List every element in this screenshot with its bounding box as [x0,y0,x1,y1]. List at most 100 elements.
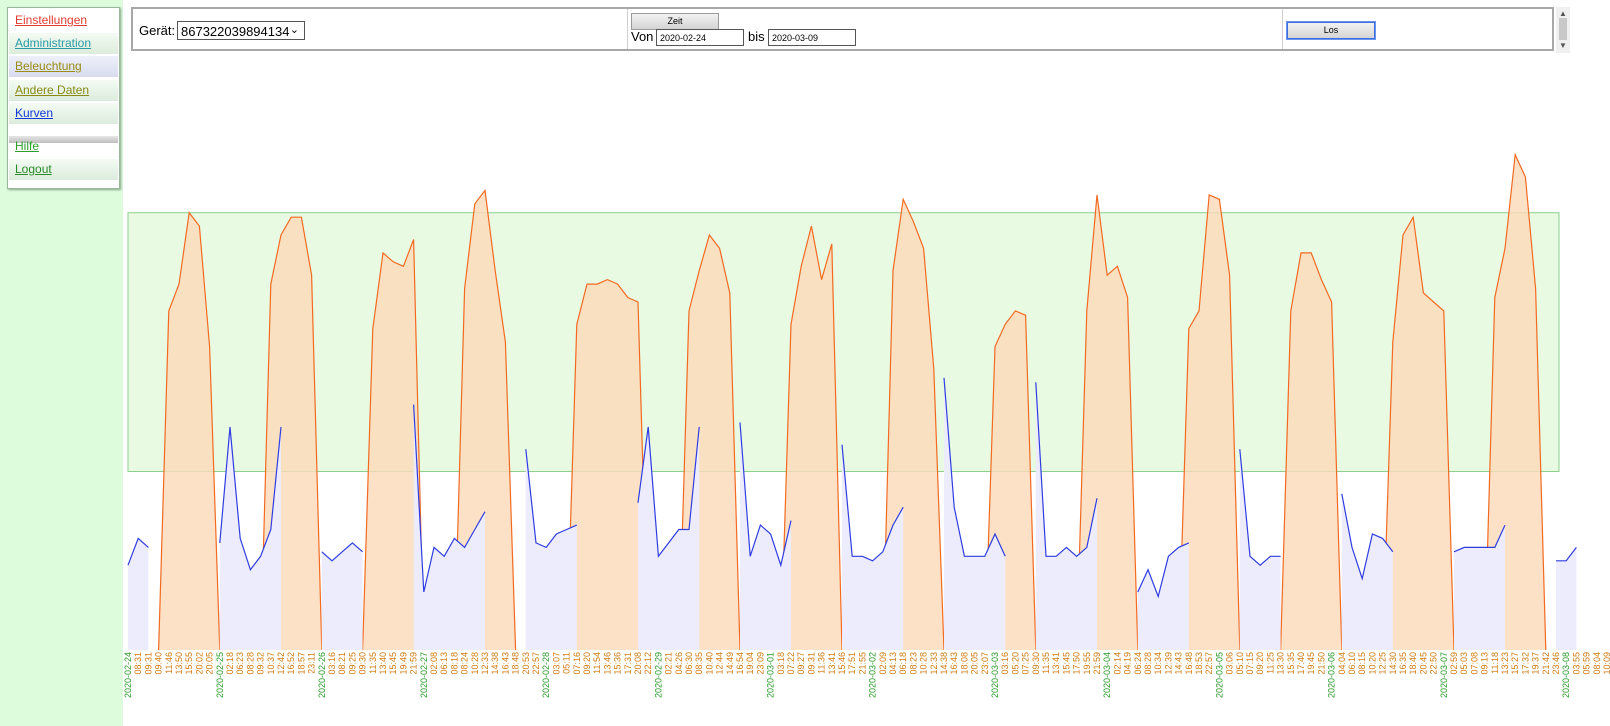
series-area [1454,525,1505,650]
device-select[interactable]: 867322039894134 ⌄ [177,21,305,40]
x-axis-tick-label: 22:57 [531,652,541,675]
menu-item-kurven[interactable]: Kurven [9,103,118,124]
x-axis-tick-label: 08:15 [1357,652,1367,675]
x-axis-tick-label: 05:20 [1010,652,1020,675]
series-area [1137,542,1189,650]
x-axis-tick-label: 08:04 [1592,652,1602,675]
x-axis-tick-label: 15:46 [837,652,847,675]
series-area [525,449,577,650]
menu-item-beleuchtung[interactable]: Beleuchtung [9,56,118,77]
x-axis-tick-label: 07:08 [1469,652,1479,675]
bis-label: bis [748,29,765,44]
x-axis-tick-label: 06:10 [1347,652,1357,675]
x-axis-tick-label: 16:48 [1184,652,1194,675]
x-axis-date-label: 2020-02-26 [317,652,327,698]
x-axis-tick-label: 23:11 [307,652,317,674]
target-band [127,212,1560,473]
menu-item-administration[interactable]: Administration [9,33,118,54]
x-axis-tick-label: 21:42 [1541,652,1551,675]
x-axis-tick-label: 22:50 [1429,652,1439,675]
x-axis-tick-label: 22:57 [1204,652,1214,675]
toolbar-scrollbar[interactable]: ▲ ▼ [1556,7,1570,53]
x-axis-tick-label: 15:55 [184,652,194,675]
x-axis-tick-label: 09:25 [347,652,357,675]
x-axis-tick-label: 21:59 [1092,652,1102,675]
device-label: Gerät: [139,23,176,38]
x-axis-tick-label: 06:18 [898,652,908,675]
scroll-down-icon[interactable]: ▼ [1559,41,1567,50]
x-axis-tick-label: 08:24 [460,652,470,675]
los-button[interactable]: Los [1286,21,1376,40]
curve-chart: 2020-02-24 08:31 09:31 09:40 11:46 13:50 15:55… [123,152,1610,698]
x-axis-tick-label: 20:05 [205,652,215,675]
x-axis-tick-label: 17:32 [1520,652,1530,675]
x-axis-tick-label: 19:37 [1531,652,1541,675]
x-axis-tick-label: 12:33 [929,652,939,675]
x-axis-tick-label: 10:09 [1602,652,1610,675]
x-axis-date-label: 2020-03-06 [1327,652,1337,698]
x-axis-tick-label: 09:31 [143,652,153,675]
x-axis-tick-label: 19:49 [398,652,408,675]
x-axis-tick-label: 10:37 [266,652,276,675]
x-axis-tick-label: 19:04 [745,652,755,675]
x-axis-tick-label: 20:45 [1418,652,1428,675]
x-axis-tick-label: 13:46 [602,652,612,675]
x-axis-tick-label: 16:43 [500,652,510,675]
scroll-up-icon[interactable]: ▲ [1559,9,1567,18]
series-area [566,279,649,650]
x-axis-date-label: 2020-02-25 [215,652,225,698]
x-axis-tick-label: 15:36 [613,652,623,675]
x-axis-tick-label: 12:42 [276,652,286,675]
x-axis-date-label: 2020-03-05 [1214,652,1224,698]
x-axis-tick-label: 12:33 [480,652,490,675]
bis-date-input[interactable]: 2020-03-09 [768,29,856,46]
x-axis-tick-label: 13:40 [378,652,388,675]
series-area [1556,547,1577,650]
x-axis-tick-label: 07:22 [786,652,796,675]
x-axis-tick-label: 11:54 [592,652,602,674]
submit-cell: Los [1282,9,1552,49]
menu-item-andere-daten[interactable]: Andere Daten [9,80,118,101]
x-axis-tick-label: 18:53 [1194,652,1204,675]
series-area [1341,493,1393,650]
x-axis-tick-label: 03:06 [1225,652,1235,675]
x-axis-tick-label: 12:39 [1163,652,1173,675]
von-label: Von [631,29,654,44]
x-axis-tick-label: 11:35 [368,652,378,674]
zeit-button[interactable]: Zeit [631,13,719,30]
x-axis-date-label: 2020-03-03 [990,652,1000,698]
x-axis-tick-label: 17:31 [623,652,633,675]
x-axis-tick-label: 16:54 [735,652,745,675]
x-axis-tick-label: 12:44 [715,652,725,675]
x-axis-tick-label: 03:18 [776,652,786,675]
menu-item-logout[interactable]: Logout [9,159,118,180]
x-axis-tick-label: 15:45 [1061,652,1071,675]
x-axis-tick-label: 09:30 [1031,652,1041,675]
left-sidebar: Einstellungen Administration Beleuchtung… [0,0,123,726]
x-axis-tick-label: 11:25 [1265,652,1275,674]
scroll-thumb[interactable] [1559,18,1567,40]
menu-item-hilfe[interactable]: Hilfe [9,136,118,157]
x-axis-tick-label: 15:45 [388,652,398,675]
menu-item-einstellungen[interactable]: Einstellungen [9,10,118,31]
x-axis-date-label: 2020-03-02 [868,652,878,698]
x-axis-tick-label: 18:57 [296,652,306,675]
x-axis-tick-label: 19:55 [1082,652,1092,675]
x-axis-tick-label: 08:28 [245,652,255,675]
x-axis-tick-label: 13:23 [1500,652,1510,675]
x-axis-tick-label: 09:20 [1255,652,1265,675]
x-axis-tick-label: 14:38 [939,652,949,675]
x-axis-tick-label: 02:14 [1112,652,1122,675]
von-date-input[interactable]: 2020-02-24 [656,29,744,46]
x-axis-tick-label: 20:08 [633,652,643,675]
x-axis-tick-label: 21:50 [1316,652,1326,675]
x-axis-tick-label: 18:08 [959,652,969,675]
x-axis-date-label: 2020-03-04 [1102,652,1112,698]
x-axis-tick-label: 21:59 [409,652,419,675]
x-axis-tick-label: 08:28 [1143,652,1153,675]
x-axis-tick-label: 12:25 [1378,652,1388,675]
x-axis-tick-label: 08:18 [449,652,459,675]
x-axis-tick-label: 05:03 [1459,652,1469,675]
x-axis-tick-label: 18:40 [1408,652,1418,675]
x-axis-tick-label: 07:16 [572,652,582,675]
